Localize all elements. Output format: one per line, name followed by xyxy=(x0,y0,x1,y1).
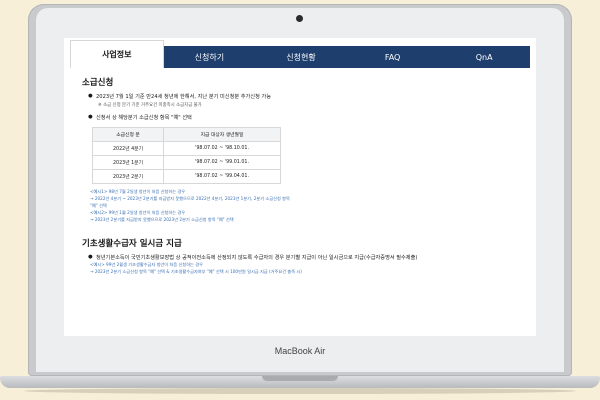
table-cell: '98.07.02 ~ '99.04.01. xyxy=(163,169,281,184)
tab-apply[interactable]: 신청하기 xyxy=(164,46,256,68)
example-text: <예시1> 98년 7월 2일생 청년이 처음 신청하는 경우 xyxy=(90,189,186,194)
example-text: → 2022년 4분기 ~ 2023년 2분기를 지급받지 못했으므로 2022… xyxy=(90,196,290,201)
bullet-text: 2023년 7월 1일 기준 만24세 청년에 한해서, 지난 분기 미신청분 … xyxy=(96,94,272,100)
table-header-row: 소급신청 분 지급 대상자 생년월일 xyxy=(92,127,281,142)
table-cell: 2023년 2분기 xyxy=(92,169,164,184)
device-model-label: MacBook Air xyxy=(274,346,326,356)
bullet-text: 청년기본소득이 국민기초생활보장법 상 공적이전소득에 산정되지 않도록 수급자… xyxy=(96,255,418,261)
table-cell: '98.07.02 ~ '98.10.01. xyxy=(163,141,281,156)
camera-icon xyxy=(296,15,303,22)
example-text: <예시> 99년 2월생 기초생활수급자 청년이 처음 신청하는 경우 xyxy=(90,262,203,267)
table-row: 2022년 4분기 '98.07.02 ~ '98.10.01. xyxy=(92,141,281,156)
bullet-icon: ● xyxy=(88,93,93,99)
main-content: 소급신청 ● 2023년 7월 1일 기준 만24세 청년에 한해서, 지난 분… xyxy=(82,76,522,275)
tab-faq[interactable]: FAQ xyxy=(347,46,439,68)
bullet-icon: ● xyxy=(88,114,93,120)
table-cell: '98.07.02 ~ '99.01.01. xyxy=(163,155,281,170)
laptop-shadow xyxy=(24,388,576,394)
table-header: 소급신청 분 xyxy=(92,127,164,142)
example-text: <예시2> 99년 1월 2일생 청년이 처음 신청하는 경우 xyxy=(90,210,186,215)
example-text: → 2023년 2분기를 지급받지 못했으므로 2023년 2분기 소급신청 항… xyxy=(90,217,234,222)
browser-screen: 사업정보 신청하기 신청현황 FAQ QnA 소급신청 ● 2023년 7월 1… xyxy=(64,38,536,336)
table-cell: 2022년 4분기 xyxy=(92,141,164,156)
table-header: 지급 대상자 생년월일 xyxy=(163,127,281,142)
note-text: ※ 소급 신청 분기 기준 거주요건 미충족시 소급지급 불가 xyxy=(98,103,202,108)
bullet-text: 신청서 상 해당분기 소급신청 항목 "예" 선택 xyxy=(96,115,192,121)
bullet-item: ● 신청서 상 해당분기 소급신청 항목 "예" 선택 xyxy=(88,114,522,121)
retroactive-table: 소급신청 분 지급 대상자 생년월일 2022년 4분기 '98.07.02 ~… xyxy=(92,127,281,184)
table-row: 2023년 1분기 '98.07.02 ~ '99.01.01. xyxy=(92,155,281,170)
tab-application-status[interactable]: 신청현황 xyxy=(255,46,347,68)
section-title-basic-livelihood: 기초생활수급자 일시금 지급 xyxy=(82,239,182,249)
table-cell: 2023년 1분기 xyxy=(92,155,164,170)
example-block: <예시1> 98년 7월 2일생 청년이 처음 신청하는 경우 → 2022년 … xyxy=(82,189,522,223)
bullet-item: ● 2023년 7월 1일 기준 만24세 청년에 한해서, 지난 분기 미신청… xyxy=(88,93,522,100)
example-text: "예" 선택 xyxy=(90,203,107,208)
example-block: <예시> 99년 2월생 기초생활수급자 청년이 처음 신청하는 경우 → 20… xyxy=(82,262,522,275)
main-nav: 사업정보 신청하기 신청현황 FAQ QnA xyxy=(70,40,530,68)
section-title-retroactive: 소급신청 xyxy=(82,78,114,88)
example-text: → 2023년 2분기 소급신청 항목 "예" 선택 & 기초생활수급자여부 "… xyxy=(90,269,302,274)
bullet-icon: ● xyxy=(88,254,93,260)
laptop-base-notch xyxy=(262,376,338,381)
table-row: 2023년 2분기 '98.07.02 ~ '99.04.01. xyxy=(92,169,281,184)
tab-business-info[interactable]: 사업정보 xyxy=(70,40,164,68)
tab-qna[interactable]: QnA xyxy=(438,46,530,68)
bullet-item: ● 청년기본소득이 국민기초생활보장법 상 공적이전소득에 산정되지 않도록 수… xyxy=(88,254,522,261)
